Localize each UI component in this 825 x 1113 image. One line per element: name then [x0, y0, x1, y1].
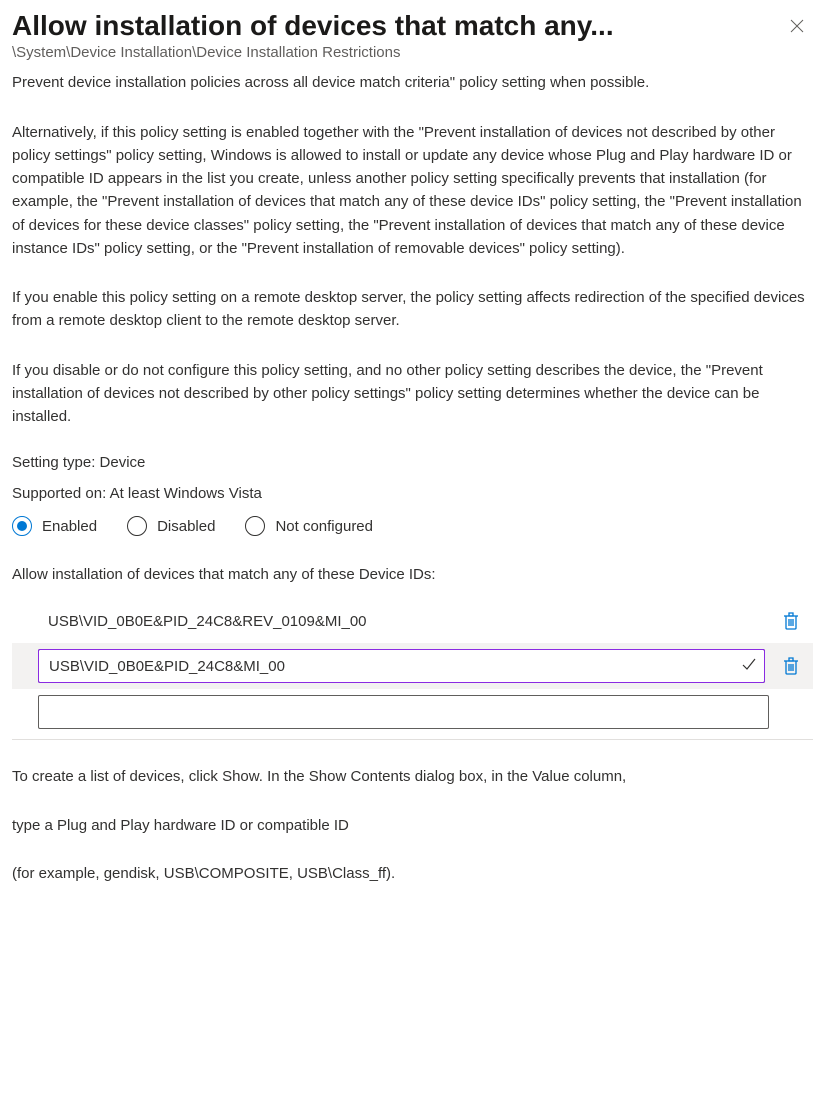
radio-label: Enabled	[42, 518, 97, 535]
description-paragraph: target Windows 10 versions. It is recomm…	[12, 73, 813, 95]
delete-row-button[interactable]	[775, 612, 807, 630]
setting-type: Setting type: Device	[12, 454, 813, 471]
footer-paragraph: type a Plug and Play hardware ID or comp…	[12, 815, 813, 838]
close-icon	[790, 19, 804, 33]
description-paragraph: If you enable this policy setting on a r…	[12, 286, 813, 333]
description-paragraph: Alternatively, if this policy setting is…	[12, 121, 813, 261]
trash-icon	[783, 612, 799, 630]
device-id-list: USB\VID_0B0E&PID_24C8&REV_0109&MI_00	[12, 599, 813, 740]
device-id-new-input[interactable]	[38, 695, 769, 729]
radio-label: Not configured	[275, 518, 373, 535]
supported-on: Supported on: At least Windows Vista	[12, 485, 813, 502]
radio-icon	[12, 516, 32, 536]
device-id-row	[12, 643, 813, 689]
trash-icon	[783, 657, 799, 675]
breadcrumb: \System\Device Installation\Device Insta…	[12, 44, 813, 61]
confirm-edit-button[interactable]	[741, 656, 757, 676]
device-id-row[interactable]: USB\VID_0B0E&PID_24C8&REV_0109&MI_00	[12, 599, 813, 643]
close-button[interactable]	[781, 10, 813, 42]
radio-disabled[interactable]: Disabled	[127, 516, 215, 536]
delete-row-button[interactable]	[775, 657, 807, 675]
radio-icon	[245, 516, 265, 536]
page-title: Allow installation of devices that match…	[12, 10, 614, 42]
footer-paragraph: To create a list of devices, click Show.…	[12, 766, 813, 789]
device-id-value: USB\VID_0B0E&PID_24C8&REV_0109&MI_00	[38, 607, 765, 636]
radio-enabled[interactable]: Enabled	[12, 516, 97, 536]
device-id-new-row	[12, 689, 813, 739]
radio-label: Disabled	[157, 518, 215, 535]
radio-icon	[127, 516, 147, 536]
device-list-label: Allow installation of devices that match…	[12, 566, 813, 583]
radio-not-configured[interactable]: Not configured	[245, 516, 373, 536]
description-paragraph: If you disable or do not configure this …	[12, 359, 813, 429]
device-id-input[interactable]	[38, 649, 765, 683]
checkmark-icon	[741, 656, 757, 672]
footer-paragraph: (for example, gendisk, USB\COMPOSITE, US…	[12, 863, 813, 886]
state-radio-group: Enabled Disabled Not configured	[12, 516, 813, 536]
